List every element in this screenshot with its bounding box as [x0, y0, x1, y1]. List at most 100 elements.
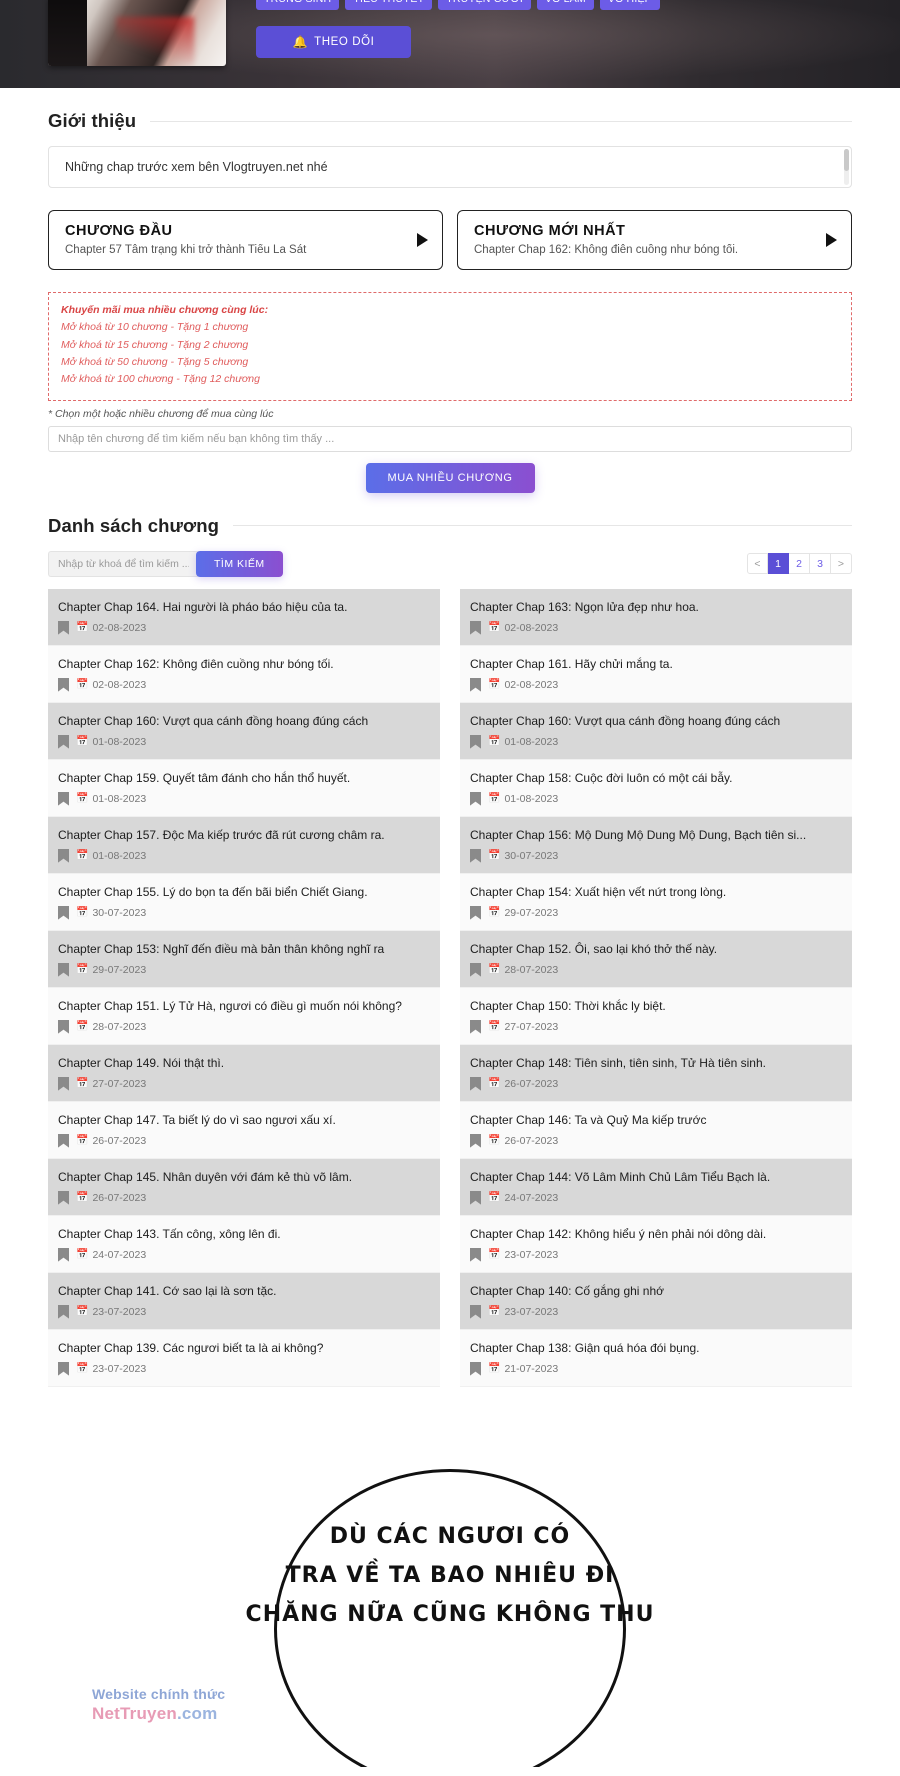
chapter-list-item[interactable]: Chapter Chap 147. Ta biết lý do vì sao n… [48, 1102, 440, 1159]
bookmark-icon[interactable] [58, 678, 69, 692]
bookmark-icon[interactable] [470, 1362, 481, 1376]
genre-tag[interactable]: VÕ LÂM [537, 0, 594, 10]
chapter-meta: 📅27-07-2023 [58, 1077, 430, 1091]
chapter-list-item[interactable]: Chapter Chap 154: Xuất hiện vết nứt tron… [460, 874, 852, 931]
chapter-list-item[interactable]: Chapter Chap 143. Tấn công, xông lên đi.… [48, 1216, 440, 1273]
calendar-icon: 📅 [488, 964, 500, 975]
genre-tag[interactable]: TRÙNG SINH [256, 0, 339, 10]
chapter-title: Chapter Chap 138: Giận quá hóa đói bụng. [470, 1341, 842, 1356]
first-chapter-card[interactable]: CHƯƠNG ĐẦU Chapter 57 Tâm trạng khi trở … [48, 210, 443, 270]
chapter-date: 23-07-2023 [92, 1306, 146, 1318]
bookmark-icon[interactable] [470, 678, 481, 692]
first-chapter-subtitle: Chapter 57 Tâm trạng khi trở thành Tiểu … [65, 244, 365, 256]
latest-chapter-card[interactable]: CHƯƠNG MỚI NHẤT Chapter Chap 162: Không … [457, 210, 852, 270]
bookmark-icon[interactable] [58, 1020, 69, 1034]
chapter-list-item[interactable]: Chapter Chap 149. Nói thật thì.📅27-07-20… [48, 1045, 440, 1102]
pagination-prev[interactable]: < [747, 553, 768, 574]
chevron-right-icon [826, 233, 837, 247]
chapter-list-item[interactable]: Chapter Chap 163: Ngọn lửa đẹp như hoa.📅… [460, 589, 852, 646]
chapter-list-item[interactable]: Chapter Chap 159. Quyết tâm đánh cho hắn… [48, 760, 440, 817]
chapter-meta: 📅26-07-2023 [58, 1134, 430, 1148]
bookmark-icon[interactable] [470, 963, 481, 977]
chapter-list-item[interactable]: Chapter Chap 140: Cố gắng ghi nhớ📅23-07-… [460, 1273, 852, 1330]
bookmark-icon[interactable] [470, 621, 481, 635]
chapter-meta: 📅02-08-2023 [58, 678, 430, 692]
intro-scrollbar[interactable] [844, 149, 849, 185]
bookmark-icon[interactable] [470, 792, 481, 806]
promo-line: Mở khoá từ 10 chương - Tặng 1 chương [61, 319, 839, 336]
chapter-date: 27-07-2023 [92, 1078, 146, 1090]
genre-tag[interactable]: VÕ HIỆP [600, 0, 660, 10]
chapter-date: 01-08-2023 [92, 850, 146, 862]
chapter-list-item[interactable]: Chapter Chap 139. Các ngươi biết ta là a… [48, 1330, 440, 1387]
pagination-page-1[interactable]: 1 [768, 553, 789, 574]
chapter-meta: 📅28-07-2023 [470, 963, 842, 977]
calendar-icon: 📅 [76, 850, 88, 861]
chapter-list-item[interactable]: Chapter Chap 145. Nhân duyên với đám kẻ … [48, 1159, 440, 1216]
chapter-list-item[interactable]: Chapter Chap 148: Tiên sinh, tiên sinh, … [460, 1045, 852, 1102]
bookmark-icon[interactable] [470, 1305, 481, 1319]
series-hero-banner: TRÙNG SINH TIỂU THUYẾT TRUYỆN CƯỜI VÕ LÂ… [0, 0, 900, 88]
bookmark-icon[interactable] [58, 1134, 69, 1148]
calendar-icon: 📅 [488, 736, 500, 747]
chapter-list-item[interactable]: Chapter Chap 160: Vượt qua cánh đồng hoa… [48, 703, 440, 760]
bookmark-icon[interactable] [470, 906, 481, 920]
chapter-title: Chapter Chap 139. Các ngươi biết ta là a… [58, 1341, 430, 1356]
chapter-list-item[interactable]: Chapter Chap 155. Lý do bọn ta đến bãi b… [48, 874, 440, 931]
follow-button[interactable]: 🔔 THEO DÕI [256, 26, 411, 58]
bookmark-icon[interactable] [470, 1020, 481, 1034]
chapter-list-item[interactable]: Chapter Chap 142: Không hiểu ý nên phải … [460, 1216, 852, 1273]
bookmark-icon[interactable] [58, 1305, 69, 1319]
calendar-icon: 📅 [488, 1078, 500, 1089]
bookmark-icon[interactable] [58, 792, 69, 806]
chapter-list-item[interactable]: Chapter Chap 161. Hãy chửi mắng ta.📅02-0… [460, 646, 852, 703]
bookmark-icon[interactable] [58, 963, 69, 977]
chapter-list-section-header: Danh sách chương [48, 515, 852, 537]
promo-note: * Chọn một hoặc nhiều chương để mua cùng… [48, 408, 852, 420]
bookmark-icon[interactable] [470, 735, 481, 749]
chapter-date: 02-08-2023 [92, 622, 146, 634]
chapter-list-item[interactable]: Chapter Chap 160: Vượt qua cánh đồng hoa… [460, 703, 852, 760]
chapter-search-button[interactable]: TÌM KIẾM [196, 551, 283, 577]
bookmark-icon[interactable] [58, 849, 69, 863]
bookmark-icon[interactable] [470, 1134, 481, 1148]
bookmark-icon[interactable] [58, 621, 69, 635]
chapter-list-item[interactable]: Chapter Chap 138: Giận quá hóa đói bụng.… [460, 1330, 852, 1387]
genre-tag[interactable]: TIỂU THUYẾT [345, 0, 432, 10]
bookmark-icon[interactable] [58, 1362, 69, 1376]
chapter-date: 26-07-2023 [92, 1192, 146, 1204]
pagination-page-3[interactable]: 3 [810, 553, 831, 574]
chapter-list-item[interactable]: Chapter Chap 156: Mộ Dung Mộ Dung Mộ Dun… [460, 817, 852, 874]
chapter-date: 24-07-2023 [92, 1249, 146, 1261]
calendar-icon: 📅 [488, 1363, 500, 1374]
genre-tag[interactable]: TRUYỆN CƯỜI [438, 0, 531, 10]
calendar-icon: 📅 [488, 1021, 500, 1032]
bookmark-icon[interactable] [470, 1077, 481, 1091]
bookmark-icon[interactable] [58, 906, 69, 920]
bookmark-icon[interactable] [58, 1077, 69, 1091]
chapter-list-item[interactable]: Chapter Chap 152. Ôi, sao lại khó thở th… [460, 931, 852, 988]
chapter-list-item[interactable]: Chapter Chap 141. Cớ sao lại là sơn tặc.… [48, 1273, 440, 1330]
chapter-list-item[interactable]: Chapter Chap 157. Độc Ma kiếp trước đã r… [48, 817, 440, 874]
pagination-page-2[interactable]: 2 [789, 553, 810, 574]
buy-multiple-chapters-button[interactable]: MUA NHIỀU CHƯƠNG [366, 463, 535, 493]
bookmark-icon[interactable] [470, 1248, 481, 1262]
chapter-list-item[interactable]: Chapter Chap 158: Cuộc đời luôn có một c… [460, 760, 852, 817]
chapter-keyword-search-input[interactable] [48, 551, 198, 577]
bookmark-icon[interactable] [58, 735, 69, 749]
chapter-list-item[interactable]: Chapter Chap 153: Nghĩ đến điều mà bản t… [48, 931, 440, 988]
bookmark-icon[interactable] [470, 1191, 481, 1205]
chapter-list-item[interactable]: Chapter Chap 150: Thời khắc ly biệt.📅27-… [460, 988, 852, 1045]
chapter-list-item[interactable]: Chapter Chap 146: Ta và Quỷ Ma kiếp trướ… [460, 1102, 852, 1159]
chapter-list-item[interactable]: Chapter Chap 162: Không điên cuồng như b… [48, 646, 440, 703]
bookmark-icon[interactable] [58, 1248, 69, 1262]
chapter-list-item[interactable]: Chapter Chap 151. Lý Tử Hà, ngươi có điề… [48, 988, 440, 1045]
chapter-list-item[interactable]: Chapter Chap 144: Võ Lâm Minh Chủ Lâm Ti… [460, 1159, 852, 1216]
chapter-search-purchase-input[interactable] [48, 426, 852, 452]
bookmark-icon[interactable] [470, 849, 481, 863]
chapter-date: 21-07-2023 [504, 1363, 558, 1375]
chapter-list-item[interactable]: Chapter Chap 164. Hai người là pháo báo … [48, 589, 440, 646]
bookmark-icon[interactable] [58, 1191, 69, 1205]
pagination-next[interactable]: > [831, 553, 852, 574]
chapter-title: Chapter Chap 153: Nghĩ đến điều mà bản t… [58, 942, 430, 957]
